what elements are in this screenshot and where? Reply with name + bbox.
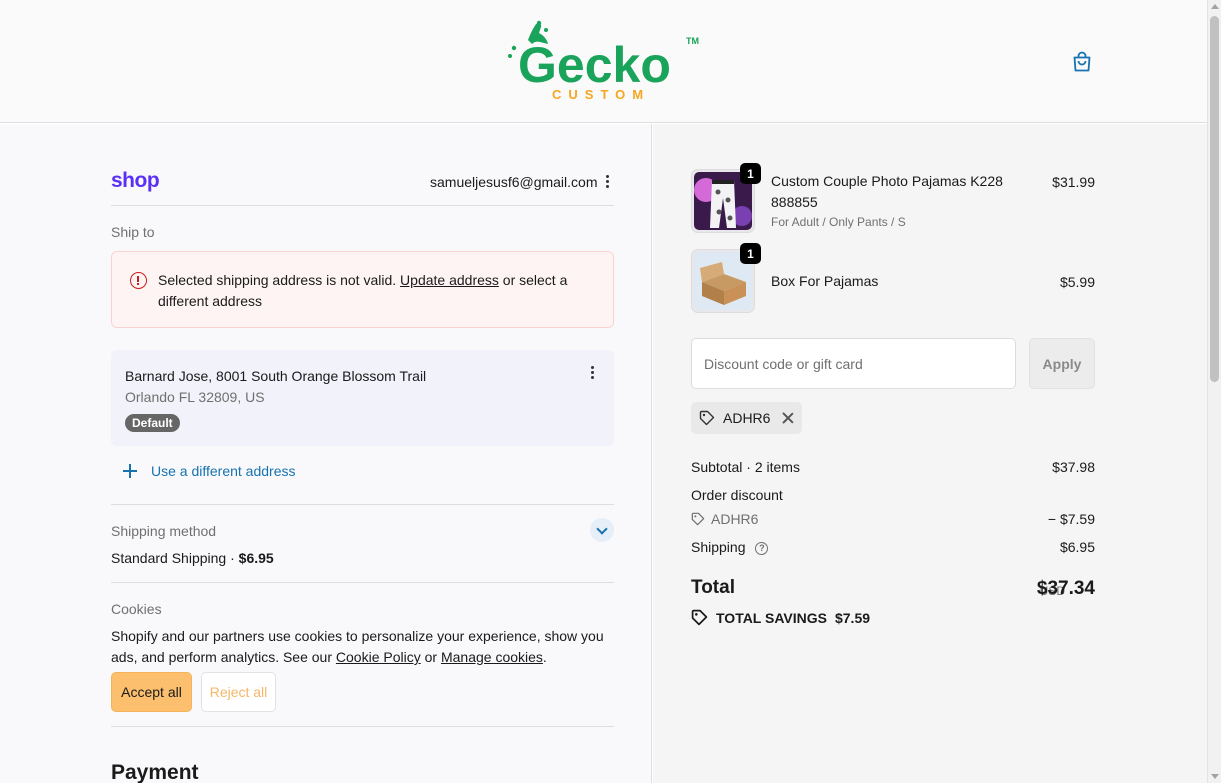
manage-cookies-link[interactable]: Manage cookies bbox=[441, 649, 543, 665]
address-error-text: Selected shipping address is not valid. … bbox=[158, 270, 588, 312]
ship-to-label: Ship to bbox=[111, 224, 155, 240]
use-different-address-label: Use a different address bbox=[151, 463, 296, 479]
summary-discount-code: ADHR6 bbox=[711, 511, 759, 527]
svg-text:TM: TM bbox=[686, 36, 699, 46]
item-title: Custom Couple Photo Pajamas K228 888855 bbox=[771, 173, 1003, 210]
total-label: Total bbox=[691, 577, 735, 598]
reject-all-cookies-button[interactable]: Reject all bbox=[201, 672, 276, 712]
shipping-value: $6.95 bbox=[1059, 539, 1095, 555]
address-name-street: Barnard Jose, 8001 South Orange Blossom … bbox=[125, 368, 427, 384]
default-badge: Default bbox=[125, 414, 180, 432]
shipping-method-name: Standard Shipping bbox=[111, 550, 227, 566]
savings-value: $7.59 bbox=[834, 609, 871, 626]
account-email: samueljesusf6@gmail.com bbox=[430, 174, 598, 190]
svg-text:Gecko: Gecko bbox=[518, 37, 671, 93]
savings-label: TOTAL SAVINGS bbox=[716, 609, 827, 626]
quantity-badge: 1 bbox=[740, 243, 761, 264]
shop-pay-logo: shop bbox=[111, 169, 160, 192]
cookies-label: Cookies bbox=[111, 601, 162, 617]
divider bbox=[111, 504, 614, 505]
cookie-notice: Shopify and our partners use cookies to … bbox=[111, 626, 614, 668]
payment-heading: Payment bbox=[111, 761, 199, 783]
error-message: Selected shipping address is not valid. bbox=[158, 272, 397, 288]
order-discount-row: Order discount bbox=[691, 487, 1095, 503]
subtotal-label: Subtotal · 2 items bbox=[691, 459, 800, 475]
order-summary-column: 1 Custom Couple Photo Pajamas K228 88885… bbox=[653, 124, 1207, 783]
chevron-down-icon[interactable] bbox=[590, 518, 614, 542]
tag-icon bbox=[691, 609, 708, 626]
address-city-state: Orlando FL 32809, US bbox=[125, 389, 265, 405]
shipping-method-label: Shipping method bbox=[111, 523, 217, 539]
discount-code: ADHR6 bbox=[723, 410, 771, 426]
tag-icon bbox=[691, 512, 705, 526]
address-error-banner: Selected shipping address is not valid. … bbox=[111, 251, 614, 328]
shipping-row: Shipping ? $6.95 bbox=[691, 539, 1095, 555]
shopping-bag-icon[interactable] bbox=[1070, 50, 1094, 74]
scrollbar-thumb[interactable] bbox=[1210, 16, 1219, 382]
selected-shipping-method: Standard Shipping · $6.95 bbox=[111, 550, 274, 566]
subtotal-value: $37.98 bbox=[1052, 459, 1095, 475]
divider bbox=[111, 582, 614, 583]
use-different-address-button[interactable]: Use a different address bbox=[123, 463, 296, 479]
order-discount-label: Order discount bbox=[691, 487, 783, 503]
cookie-period: . bbox=[542, 649, 547, 665]
discount-amount: − $7.59 bbox=[1047, 511, 1095, 527]
applied-discount-chip: ADHR6 bbox=[691, 402, 803, 434]
total-value: $37.34 bbox=[1036, 578, 1095, 599]
cookie-policy-link[interactable]: Cookie Policy bbox=[336, 649, 421, 665]
product-thumbnail: 1 bbox=[691, 243, 761, 313]
help-icon[interactable]: ? bbox=[755, 541, 769, 555]
divider bbox=[111, 205, 614, 206]
apply-discount-button[interactable]: Apply bbox=[1029, 338, 1095, 389]
total-savings: TOTAL SAVINGS $7.59 bbox=[691, 609, 870, 626]
account-menu-icon[interactable] bbox=[606, 175, 610, 189]
discount-code-row: ADHR6 bbox=[691, 511, 758, 527]
scroll-up-icon[interactable] bbox=[1211, 4, 1219, 9]
gecko-custom-logo[interactable]: Gecko TM CUSTOM bbox=[506, 18, 706, 104]
item-variant: For Adult / Only Pants / S bbox=[771, 215, 906, 229]
scrollbar[interactable] bbox=[1207, 0, 1221, 783]
close-icon[interactable] bbox=[782, 412, 794, 424]
separator: · bbox=[230, 550, 235, 566]
divider bbox=[111, 726, 614, 727]
item-title: Box For Pajamas bbox=[771, 273, 879, 289]
checkout-page: Gecko TM CUSTOM shop samueljesusf6@gmail… bbox=[0, 0, 1221, 783]
plus-icon bbox=[123, 464, 137, 478]
product-thumbnail: 1 bbox=[691, 163, 761, 233]
tag-icon bbox=[699, 410, 715, 426]
checkout-form-column: shop samueljesusf6@gmail.com Ship to Sel… bbox=[0, 124, 652, 783]
address-menu-icon[interactable] bbox=[591, 366, 595, 380]
update-address-link[interactable]: Update address bbox=[400, 272, 499, 288]
quantity-badge: 1 bbox=[740, 163, 761, 184]
item-price: $5.99 bbox=[1059, 274, 1095, 290]
header: Gecko TM CUSTOM bbox=[0, 0, 1207, 123]
saved-address-card[interactable]: Barnard Jose, 8001 South Orange Blossom … bbox=[111, 350, 614, 446]
error-icon bbox=[130, 272, 147, 289]
subtotal-row: Subtotal · 2 items $37.98 bbox=[691, 459, 1095, 475]
cookie-or: or bbox=[424, 649, 438, 665]
item-price: $31.99 bbox=[1052, 174, 1095, 190]
svg-text:CUSTOM: CUSTOM bbox=[552, 87, 650, 102]
scroll-down-icon[interactable] bbox=[1211, 774, 1219, 779]
shipping-label: Shipping bbox=[691, 539, 746, 555]
shipping-method-price: $6.95 bbox=[238, 550, 274, 566]
discount-code-input[interactable]: Discount code or gift card bbox=[691, 338, 1016, 389]
accept-all-cookies-button[interactable]: Accept all bbox=[111, 672, 192, 712]
